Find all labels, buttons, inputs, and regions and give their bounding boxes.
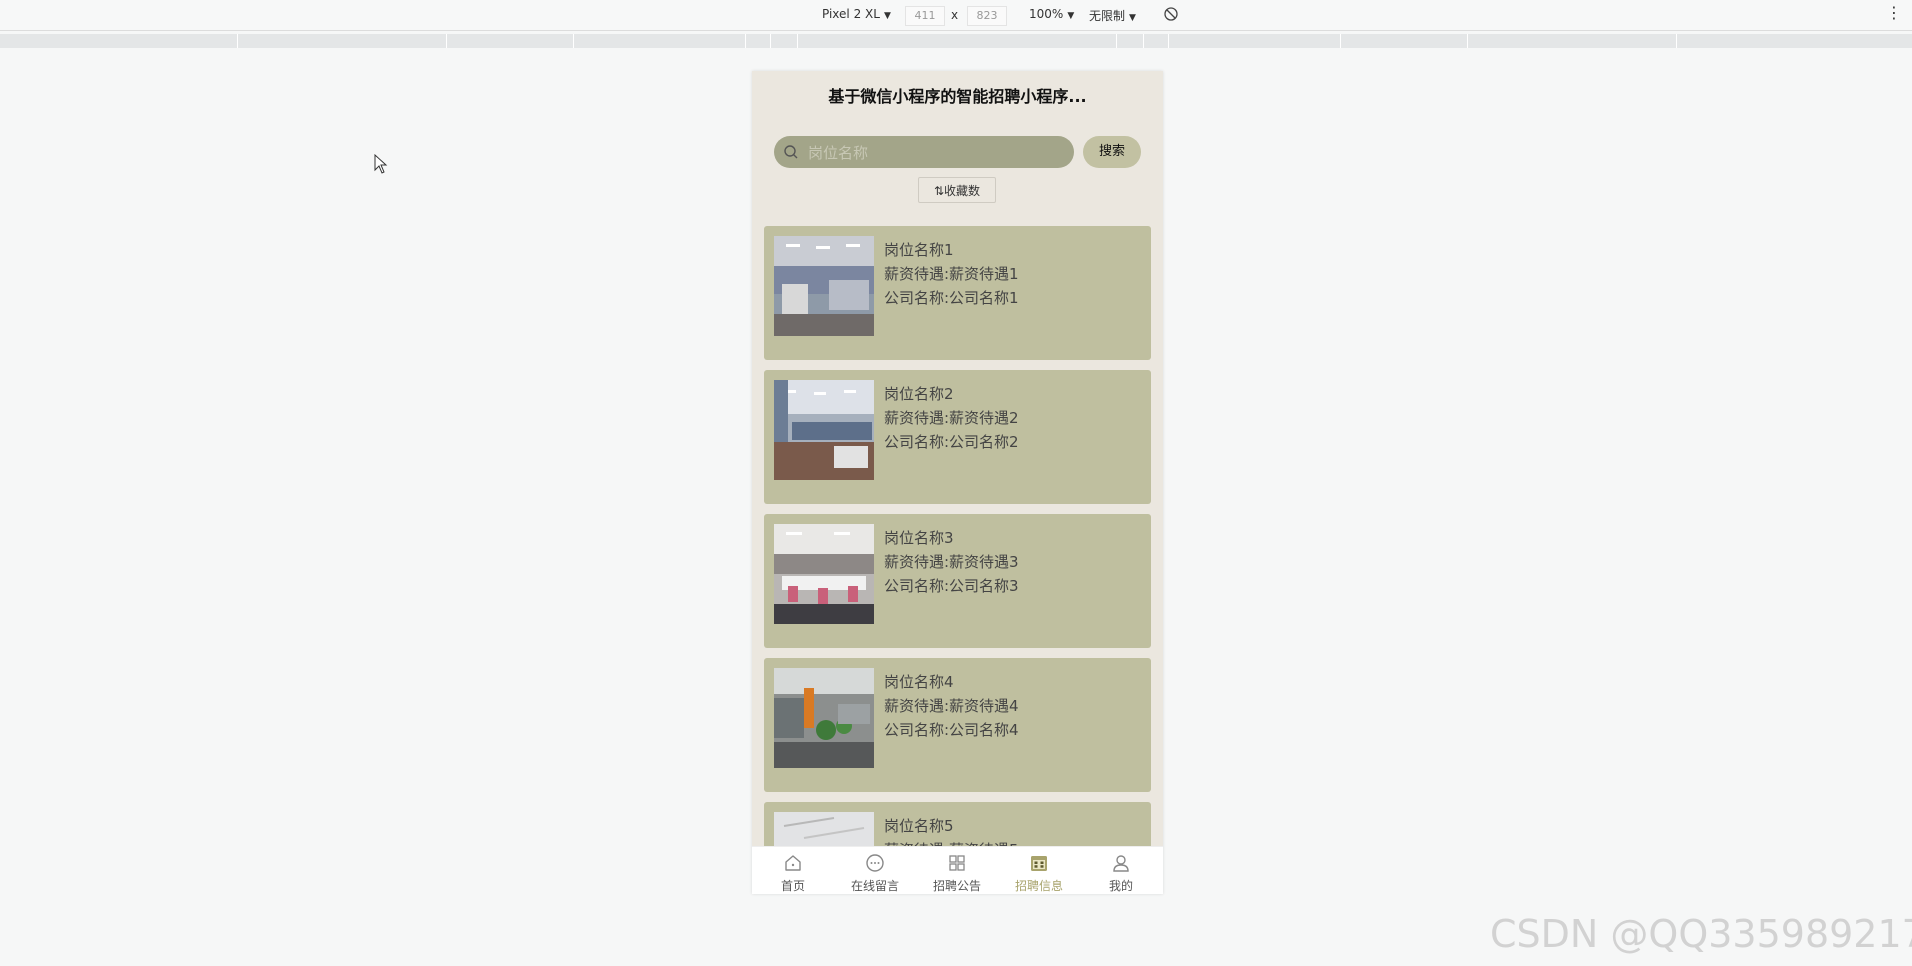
job-card[interactable]: 岗位名称2 薪资待遇:薪资待遇2 公司名称:公司名称2 bbox=[764, 370, 1151, 504]
device-height-input[interactable]: 823 bbox=[967, 6, 1007, 26]
tab-label: 我的 bbox=[1108, 879, 1133, 893]
tab-label: 在线留言 bbox=[850, 879, 899, 893]
dimension-separator: x bbox=[951, 8, 959, 22]
search-button[interactable]: 搜索 bbox=[1083, 136, 1141, 168]
job-list: 岗位名称1 薪资待遇:薪资待遇1 公司名称:公司名称1 岗位名称2 薪资待遇:薪… bbox=[764, 226, 1151, 894]
tab-profile[interactable]: 我的 bbox=[1080, 847, 1162, 894]
job-name: 岗位名称2 bbox=[884, 385, 954, 403]
device-select[interactable]: Pixel 2 XL ▼ bbox=[822, 7, 891, 21]
sort-by-favorites-button[interactable]: ⇅收藏数 bbox=[918, 177, 996, 203]
job-company: 公司名称:公司名称3 bbox=[884, 577, 1019, 595]
user-icon bbox=[1111, 853, 1131, 877]
grid-icon bbox=[947, 853, 967, 877]
job-image bbox=[774, 380, 874, 480]
job-image bbox=[774, 236, 874, 336]
more-options-icon[interactable]: ⋮ bbox=[1886, 3, 1902, 22]
zoom-select[interactable]: 100% ▼ bbox=[1029, 7, 1074, 21]
tab-label: 首页 bbox=[780, 879, 805, 893]
job-salary: 薪资待遇:薪资待遇3 bbox=[884, 553, 1019, 571]
search-input[interactable] bbox=[806, 136, 1070, 170]
tab-announcements[interactable]: 招聘公告 bbox=[916, 847, 998, 894]
device-width-input[interactable]: 411 bbox=[905, 6, 945, 26]
job-salary: 薪资待遇:薪资待遇4 bbox=[884, 697, 1019, 715]
job-name: 岗位名称1 bbox=[884, 241, 954, 259]
job-company: 公司名称:公司名称4 bbox=[884, 721, 1019, 739]
job-company: 公司名称:公司名称2 bbox=[884, 433, 1019, 451]
job-salary: 薪资待遇:薪资待遇2 bbox=[884, 409, 1019, 427]
calendar-icon bbox=[1029, 853, 1049, 877]
rotate-icon[interactable] bbox=[1163, 6, 1179, 25]
job-name: 岗位名称5 bbox=[884, 817, 954, 835]
home-icon bbox=[783, 853, 803, 877]
tab-job-info[interactable]: 招聘信息 bbox=[998, 847, 1080, 894]
job-image bbox=[774, 524, 874, 624]
page-title: 基于微信小程序的智能招聘小程序... bbox=[828, 87, 1087, 106]
throttle-select[interactable]: 无限制 ▼ bbox=[1089, 7, 1136, 24]
job-name: 岗位名称3 bbox=[884, 529, 954, 547]
job-card[interactable]: 岗位名称1 薪资待遇:薪资待遇1 公司名称:公司名称1 bbox=[764, 226, 1151, 360]
tab-home[interactable]: 首页 bbox=[752, 847, 834, 894]
chat-icon bbox=[865, 853, 885, 877]
search-icon bbox=[783, 144, 799, 164]
bottom-tab-bar: 首页 在线留言 招聘公告 招聘信息 我的 bbox=[752, 846, 1163, 894]
phone-viewport: 基于微信小程序的智能招聘小程序... 搜索 ⇅收藏数 岗 bbox=[752, 71, 1163, 894]
job-card[interactable]: 岗位名称3 薪资待遇:薪资待遇3 公司名称:公司名称3 bbox=[764, 514, 1151, 648]
job-company: 公司名称:公司名称1 bbox=[884, 289, 1019, 307]
tab-label: 招聘公告 bbox=[932, 879, 981, 893]
tab-messages[interactable]: 在线留言 bbox=[834, 847, 916, 894]
watermark: CSDN @QQ3359892174 bbox=[1490, 912, 1912, 956]
devtools-toolbar: Pixel 2 XL ▼ 411 x 823 100% ▼ 无限制 ▼ ⋮ bbox=[0, 0, 1912, 31]
job-name: 岗位名称4 bbox=[884, 673, 954, 691]
job-image bbox=[774, 668, 874, 768]
media-query-ruler bbox=[0, 34, 1912, 48]
job-salary: 薪资待遇:薪资待遇1 bbox=[884, 265, 1019, 283]
mouse-cursor-icon bbox=[374, 153, 388, 178]
job-card[interactable]: 岗位名称4 薪资待遇:薪资待遇4 公司名称:公司名称4 bbox=[764, 658, 1151, 792]
tab-label: 招聘信息 bbox=[1014, 879, 1063, 893]
search-box[interactable] bbox=[774, 136, 1074, 170]
